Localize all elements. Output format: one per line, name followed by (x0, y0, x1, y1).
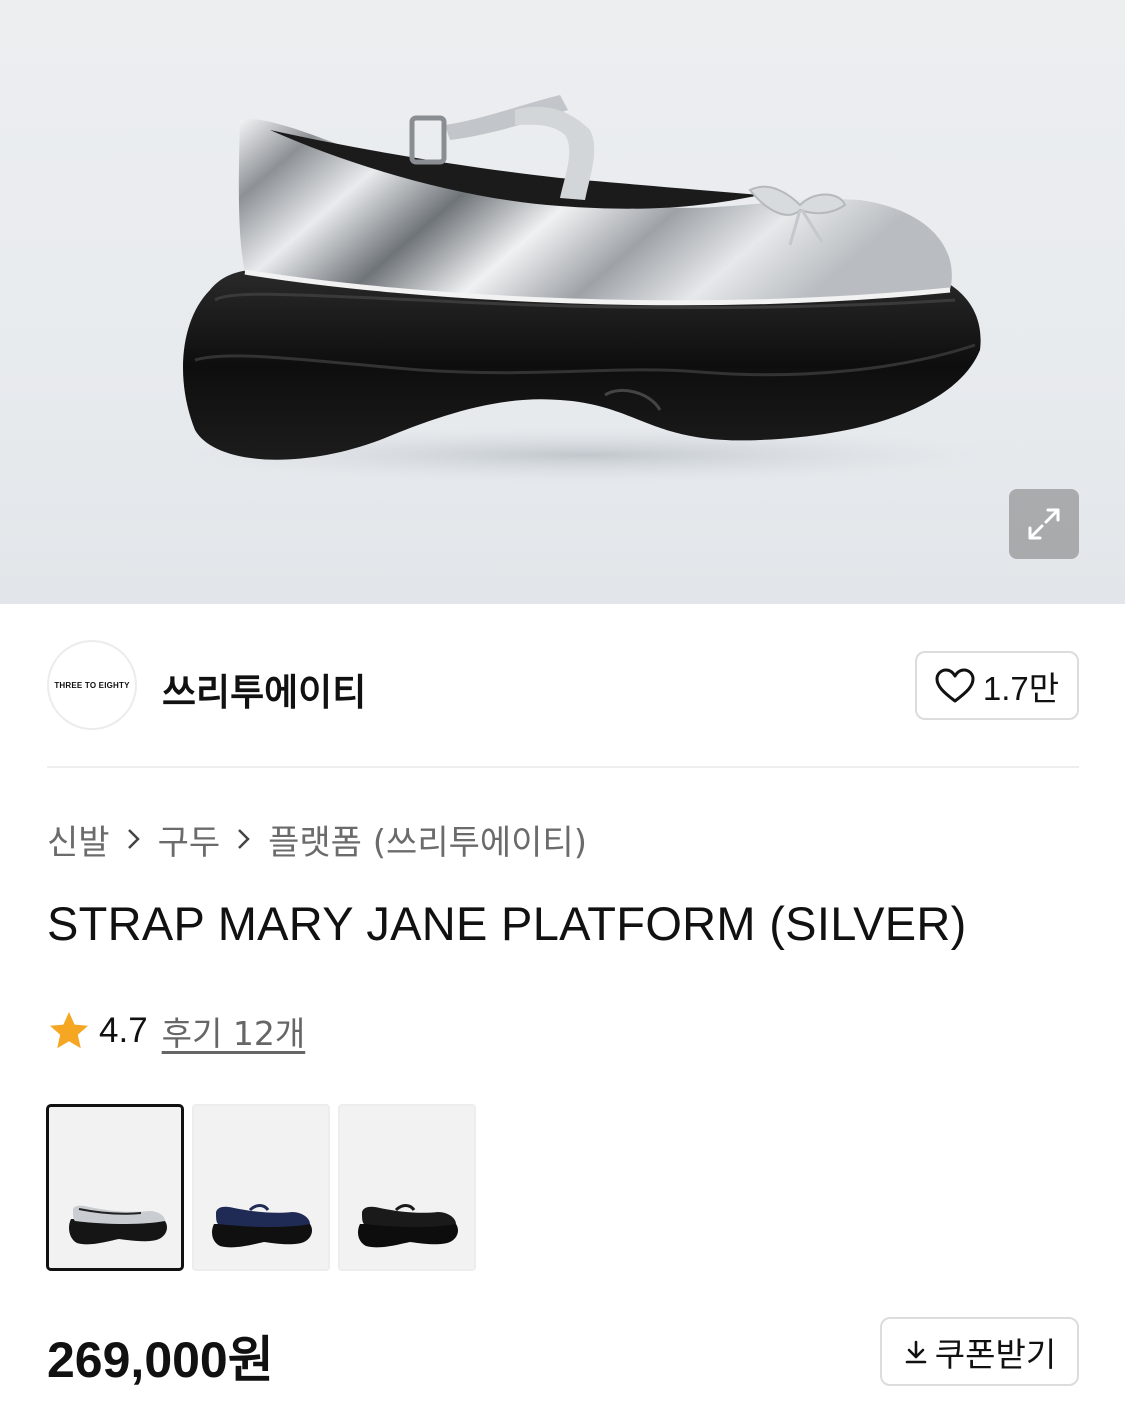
thumbnail-silver[interactable] (46, 1104, 184, 1271)
brand-name[interactable]: 쓰리투에이티 (162, 662, 366, 716)
breadcrumb-item-dress-shoes[interactable]: 구두 (158, 815, 221, 864)
coupon-button[interactable]: 쿠폰받기 (880, 1317, 1079, 1386)
breadcrumb-item-platform[interactable]: 플랫폼 (쓰리투에이티) (268, 815, 587, 864)
thumbnail-black[interactable] (338, 1104, 476, 1271)
shoe-thumbnail-navy (212, 1204, 312, 1248)
expand-icon (1028, 508, 1060, 540)
chevron-right-icon (236, 826, 252, 852)
brand-logo[interactable]: THREE TO EIGHTY (47, 640, 137, 730)
breadcrumb: 신발 구두 플랫폼 (쓰리투에이티) (47, 815, 587, 864)
rating-score: 4.7 (99, 1011, 148, 1050)
heart-outline-icon (935, 668, 975, 702)
divider (47, 766, 1079, 768)
breadcrumb-item-shoes[interactable]: 신발 (47, 815, 110, 864)
like-count: 1.7만 (982, 669, 1060, 707)
download-icon (905, 1340, 927, 1363)
coupon-label: 쿠폰받기 (934, 1334, 1057, 1374)
product-shoe-image (165, 95, 1005, 483)
rating-row: 4.7 후기 12개 (47, 1008, 305, 1054)
brand-row: THREE TO EIGHTY 쓰리투에이티 1.7만 (47, 640, 1079, 732)
chevron-right-icon (126, 826, 142, 852)
color-variant-thumbnails (46, 1104, 476, 1271)
product-price: 269,000원 (47, 1332, 274, 1388)
product-title: STRAP MARY JANE PLATFORM (SILVER) (47, 897, 967, 950)
like-button[interactable]: 1.7만 (915, 651, 1079, 720)
shoe-thumbnail-black (358, 1204, 458, 1248)
zoom-button[interactable] (1009, 489, 1079, 559)
brand-logo-text: THREE TO EIGHTY (54, 680, 130, 690)
product-hero-image[interactable] (0, 0, 1125, 604)
reviews-link[interactable]: 후기 12개 (162, 1007, 306, 1055)
thumbnail-navy[interactable] (192, 1104, 330, 1271)
shoe-thumbnail-silver (69, 1205, 167, 1245)
star-icon (50, 1012, 88, 1049)
